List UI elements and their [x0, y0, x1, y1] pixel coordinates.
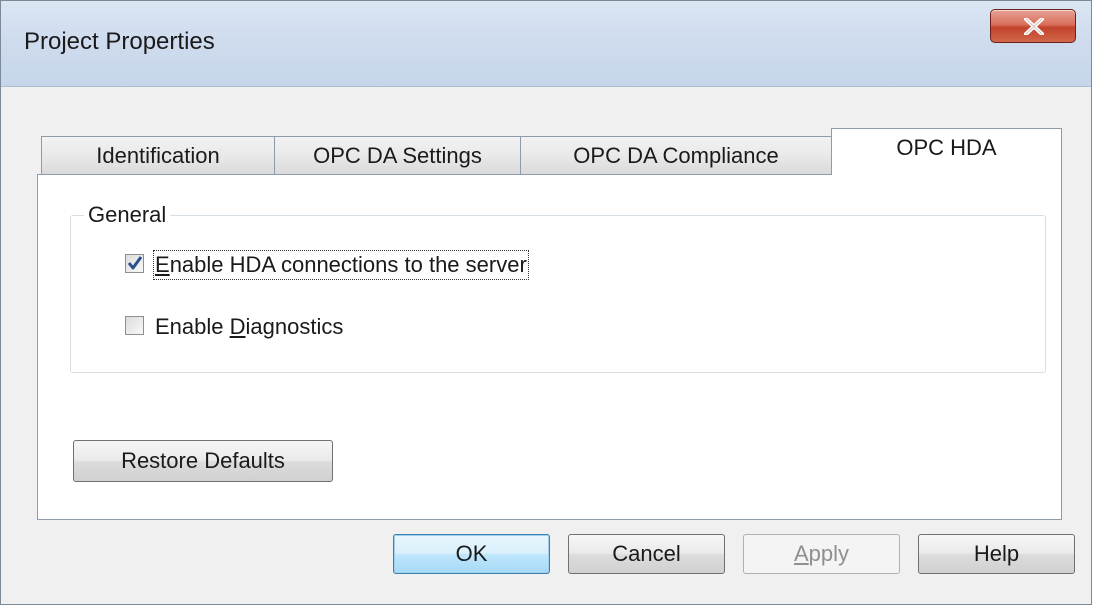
dialog-client-area: Identification OPC DA Settings OPC DA Co…: [13, 87, 1079, 591]
enable-hda-label[interactable]: Enable HDA connections to the server: [153, 250, 529, 280]
mnemonic-letter: D: [229, 314, 246, 339]
tab-panel-opc-hda: General Enable HDA connections to the se…: [37, 174, 1062, 520]
help-button[interactable]: Help: [918, 534, 1075, 574]
tab-opc-da-compliance[interactable]: OPC DA Compliance: [520, 136, 832, 174]
label-text: Enable: [155, 314, 230, 339]
restore-defaults-button[interactable]: Restore Defaults: [73, 440, 333, 482]
button-label: Cancel: [612, 541, 681, 566]
general-groupbox: [70, 215, 1046, 373]
label-text: nable HDA connections to the server: [169, 252, 527, 277]
apply-button[interactable]: Apply: [743, 534, 900, 574]
mnemonic-letter: E: [155, 252, 170, 277]
tab-label: Identification: [96, 143, 220, 168]
tab-opc-da-settings[interactable]: OPC DA Settings: [274, 136, 521, 174]
button-label: Help: [973, 541, 1020, 566]
close-button[interactable]: [990, 9, 1076, 43]
checkmark-icon: [127, 256, 143, 270]
window-title: Project Properties: [24, 28, 215, 55]
button-label: OK: [455, 541, 488, 566]
button-label: pply: [808, 541, 850, 566]
title-bar[interactable]: Project Properties: [1, 1, 1091, 87]
project-properties-dialog: Project Properties Identification OPC DA…: [0, 0, 1092, 605]
mnemonic-letter: A: [793, 541, 809, 566]
general-group-label: General: [84, 202, 171, 228]
close-x-icon: [1024, 18, 1044, 35]
button-label: Restore Defaults: [121, 448, 285, 473]
enable-hda-checkbox[interactable]: [125, 254, 144, 273]
tab-label: OPC DA Compliance: [573, 143, 779, 168]
ok-button[interactable]: OK: [393, 534, 550, 574]
enable-diagnostics-label[interactable]: Enable Diagnostics: [155, 314, 343, 340]
tab-identification[interactable]: Identification: [41, 136, 275, 174]
tab-opc-hda[interactable]: OPC HDA: [831, 128, 1062, 175]
tab-label: OPC DA Settings: [313, 143, 482, 168]
cancel-button[interactable]: Cancel: [568, 534, 725, 574]
enable-diagnostics-checkbox[interactable]: [125, 316, 144, 335]
label-text: iagnostics: [245, 314, 344, 339]
tab-label: OPC HDA: [896, 135, 997, 160]
